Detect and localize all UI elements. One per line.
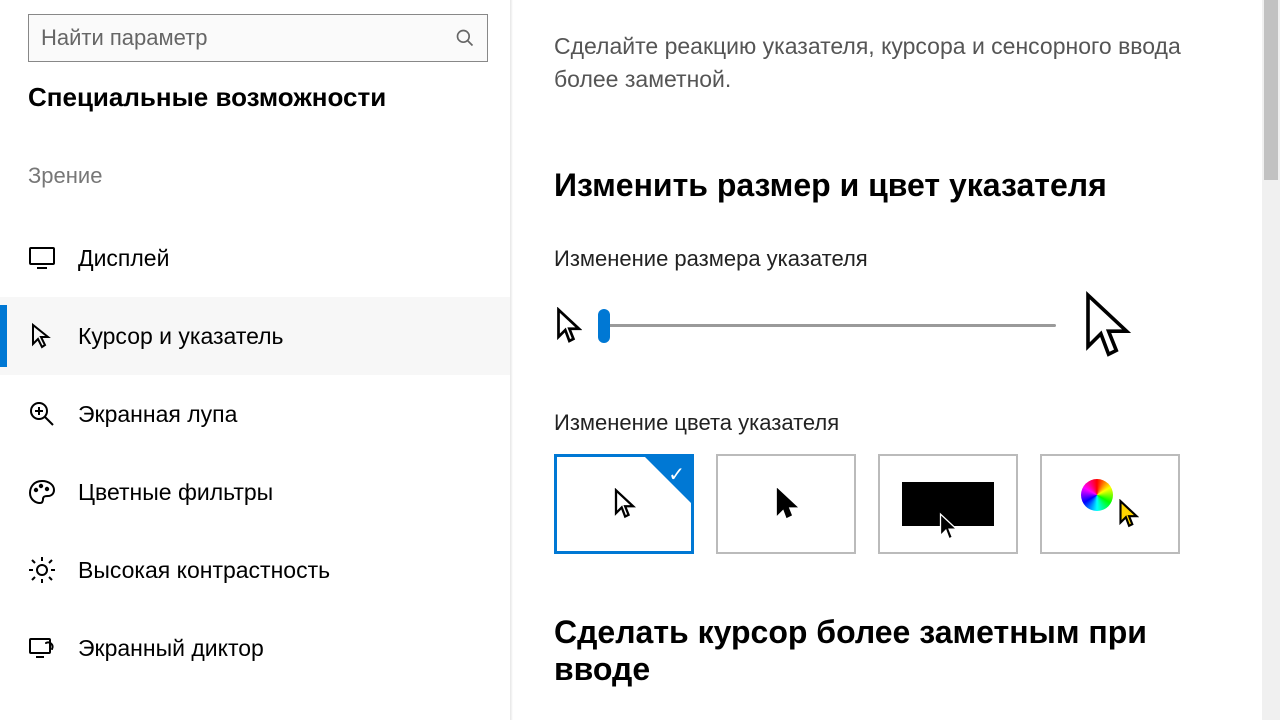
scrollbar-thumb[interactable] bbox=[1264, 0, 1278, 180]
palette-icon bbox=[28, 478, 56, 506]
sidebar-item-narrator[interactable]: Экранный диктор bbox=[0, 609, 510, 687]
pointer-size-label: Изменение размера указателя bbox=[554, 246, 1240, 272]
slider-thumb[interactable] bbox=[598, 309, 610, 343]
pointer-color-label: Изменение цвета указателя bbox=[554, 410, 1240, 436]
sidebar-item-display[interactable]: Дисплей bbox=[0, 219, 510, 297]
sidebar-item-magnifier[interactable]: Экранная лупа bbox=[0, 375, 510, 453]
section-pointer-title: Изменить размер и цвет указателя bbox=[554, 167, 1240, 204]
sidebar-item-label: Дисплей bbox=[78, 245, 169, 272]
sidebar-item-cursor[interactable]: Курсор и указатель bbox=[0, 297, 510, 375]
cursor-large-icon bbox=[1078, 290, 1134, 362]
search-box[interactable] bbox=[28, 14, 488, 62]
content-panel: Сделайте реакцию указателя, курсора и се… bbox=[510, 0, 1280, 720]
check-icon: ✓ bbox=[668, 462, 685, 487]
pointer-size-slider[interactable] bbox=[604, 324, 1056, 327]
panel-divider bbox=[510, 0, 513, 720]
sidebar-item-label: Экранный диктор bbox=[78, 635, 264, 662]
sidebar-item-label: Цветные фильтры bbox=[78, 479, 273, 506]
sidebar-group-label: Зрение bbox=[28, 163, 510, 189]
narrator-icon bbox=[28, 634, 56, 662]
sidebar-item-high-contrast[interactable]: Высокая контрастность bbox=[0, 531, 510, 609]
search-input[interactable] bbox=[41, 25, 455, 51]
vertical-scrollbar[interactable] bbox=[1262, 0, 1280, 720]
pointer-color-inverted[interactable] bbox=[878, 454, 1018, 554]
display-icon bbox=[28, 244, 56, 272]
pointer-color-custom[interactable] bbox=[1040, 454, 1180, 554]
pointer-size-row bbox=[554, 290, 1134, 362]
sidebar-title: Специальные возможности bbox=[28, 82, 510, 113]
sidebar: Специальные возможности Зрение Дисплей К… bbox=[0, 0, 510, 720]
sidebar-item-label: Высокая контрастность bbox=[78, 557, 330, 584]
cursor-small-icon bbox=[554, 307, 582, 345]
search-icon bbox=[455, 28, 475, 48]
pointer-color-options: ✓ bbox=[554, 454, 1240, 554]
brightness-icon bbox=[28, 556, 56, 584]
sidebar-item-label: Экранная лупа bbox=[78, 401, 237, 428]
sidebar-item-label: Курсор и указатель bbox=[78, 323, 284, 350]
pointer-color-white[interactable]: ✓ bbox=[554, 454, 694, 554]
sidebar-item-color-filters[interactable]: Цветные фильтры bbox=[0, 453, 510, 531]
pointer-color-black[interactable] bbox=[716, 454, 856, 554]
color-wheel-icon bbox=[1081, 479, 1113, 511]
magnifier-icon bbox=[28, 400, 56, 428]
intro-text: Сделайте реакцию указателя, курсора и се… bbox=[554, 30, 1214, 97]
section-cursor-title: Сделать курсор более заметным при вводе bbox=[554, 614, 1240, 688]
cursor-icon bbox=[28, 322, 56, 350]
